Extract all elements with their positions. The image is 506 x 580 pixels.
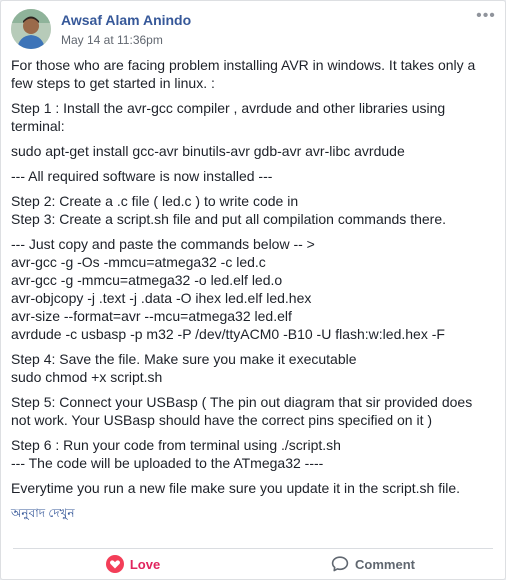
post-text-line: Everytime you run a new file make sure y…: [11, 480, 460, 496]
post-paragraph: --- Just copy and paste the commands bel…: [11, 235, 495, 343]
post-text-line: sudo apt-get install gcc-avr binutils-av…: [11, 143, 405, 159]
post-text-line: avr-gcc -g -Os -mmcu=atmega32 -c led.c: [11, 254, 266, 270]
post-paragraph: For those who are facing problem install…: [11, 56, 495, 92]
love-label: Love: [129, 556, 161, 572]
post-header: Awsaf Alam Anindo May 14 at 11:36pm •••: [11, 8, 497, 53]
post-actions: Love Comment: [13, 549, 493, 579]
love-button[interactable]: Love: [13, 549, 253, 579]
post-text-line: Step 3: Create a script.sh file and put …: [11, 211, 446, 227]
post-text-line: sudo chmod +x script.sh: [11, 369, 163, 385]
post-text-line: Step 4: Save the file. Make sure you mak…: [11, 351, 357, 367]
post-card: Awsaf Alam Anindo May 14 at 11:36pm ••• …: [0, 0, 506, 580]
post-text-line: For those who are facing problem install…: [11, 57, 476, 91]
post-text-line: Step 2: Create a .c file ( led.c ) to wr…: [11, 193, 299, 209]
post-paragraph: Step 2: Create a .c file ( led.c ) to wr…: [11, 192, 495, 228]
post-text-line: Step 6 : Run your code from terminal usi…: [11, 437, 341, 453]
avatar[interactable]: [11, 9, 51, 49]
post-timestamp[interactable]: May 14 at 11:36pm: [61, 33, 163, 47]
post-text-line: --- The code will be uploaded to the ATm…: [11, 455, 324, 471]
post-paragraph: Step 5: Connect your USBasp ( The pin ou…: [11, 393, 495, 429]
post-body: For those who are facing problem install…: [11, 56, 495, 522]
post-paragraph: Everytime you run a new file make sure y…: [11, 479, 495, 497]
post-text-line: Step 1 : Install the avr-gcc compiler , …: [11, 100, 446, 134]
comment-button[interactable]: Comment: [253, 549, 493, 579]
post-paragraph: Step 4: Save the file. Make sure you mak…: [11, 350, 495, 386]
post-text-line: --- All required software is now install…: [11, 168, 273, 184]
comment-label: Comment: [355, 556, 415, 572]
post-text-line: avr-size --format=avr --mcu=atmega32 led…: [11, 308, 292, 324]
heart-icon: [105, 555, 124, 573]
post-text-line: avr-objcopy -j .text -j .data -O ihex le…: [11, 290, 312, 306]
author-name[interactable]: Awsaf Alam Anindo: [61, 12, 191, 28]
comment-icon: [331, 555, 349, 573]
post-text-line: avr-gcc -g -mmcu=atmega32 -o led.elf led…: [11, 272, 283, 288]
post-text-line: Step 5: Connect your USBasp ( The pin ou…: [11, 394, 473, 428]
post-paragraph: --- All required software is now install…: [11, 167, 495, 185]
more-options-icon[interactable]: •••: [475, 8, 497, 29]
post-paragraph: Step 1 : Install the avr-gcc compiler , …: [11, 99, 495, 135]
post-text-line: --- Just copy and paste the commands bel…: [11, 236, 315, 252]
post-paragraph: Step 6 : Run your code from terminal usi…: [11, 436, 495, 472]
post-text-line: avrdude -c usbasp -p m32 -P /dev/ttyACM0…: [11, 326, 445, 342]
see-translation-link[interactable]: অনুবাদ দেখুন: [11, 504, 495, 522]
avatar-image: [11, 9, 51, 49]
post-paragraph: sudo apt-get install gcc-avr binutils-av…: [11, 142, 495, 160]
